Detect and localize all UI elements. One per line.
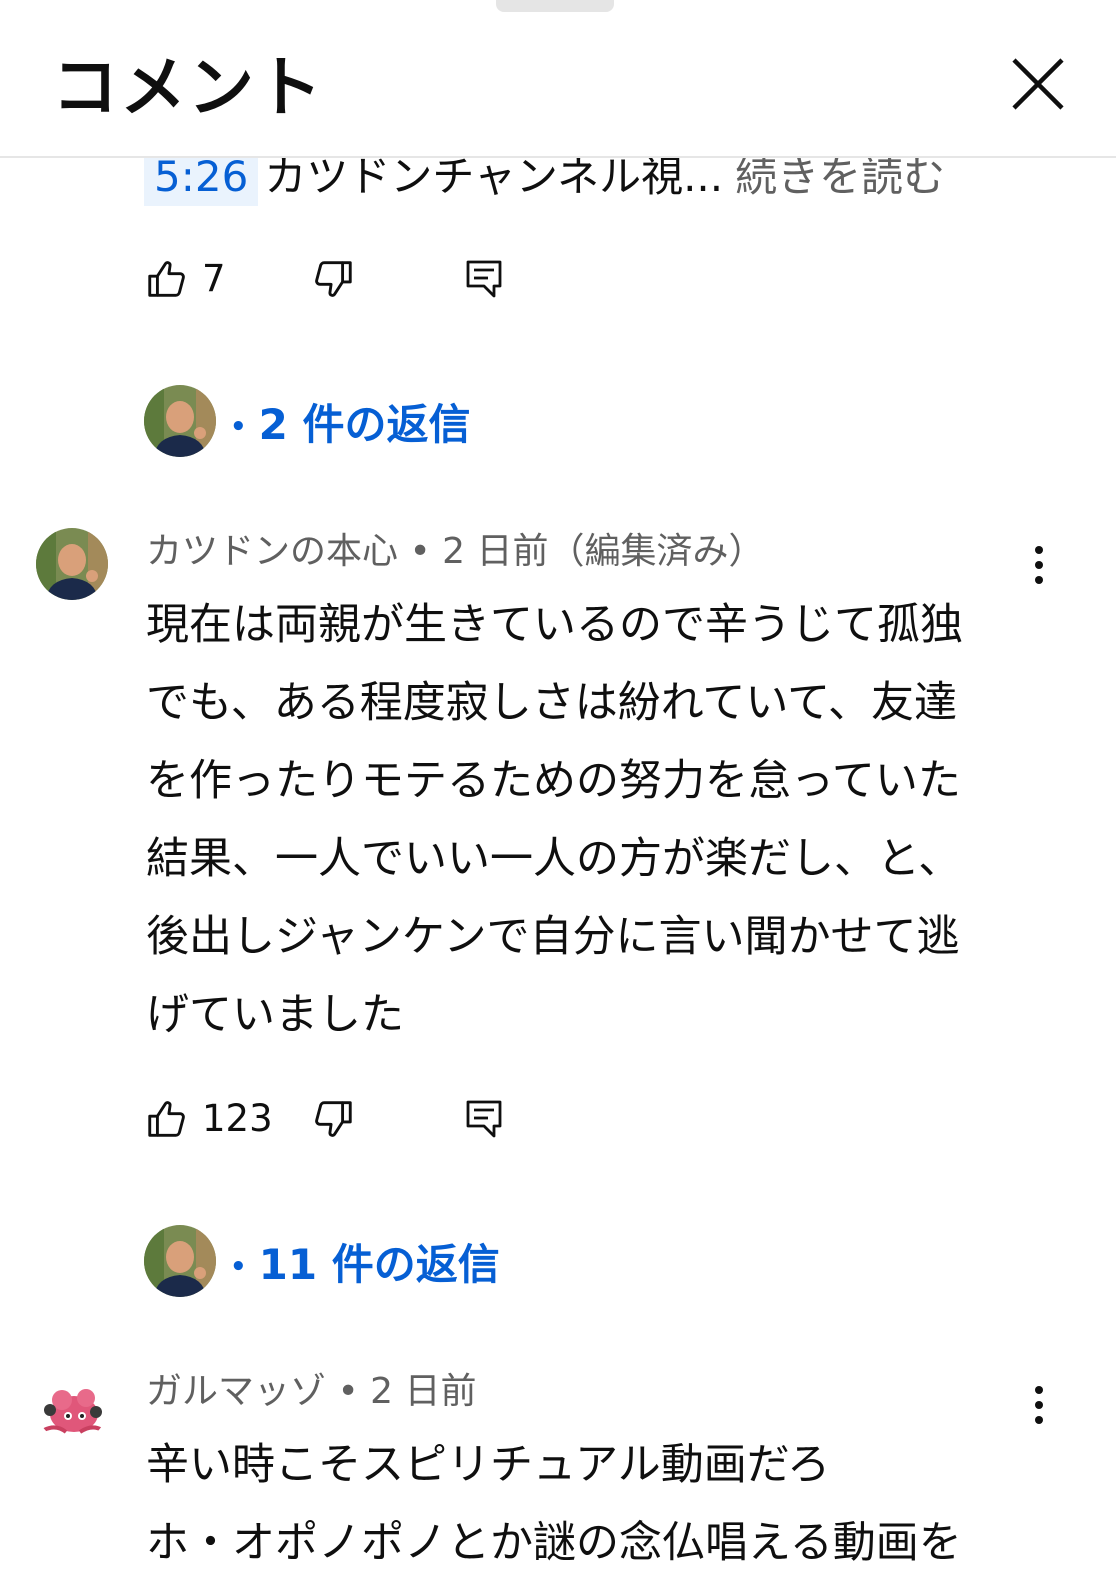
comment-text: 現在は両親が生きているので辛うじて孤独 でも、ある程度寂しさは紛れていて、友達 … (146, 600, 963, 1040)
avatar (144, 385, 216, 457)
more-vert-icon (1035, 546, 1043, 584)
snippet-text: カツドンチャンネル視... (264, 152, 724, 201)
view-replies-button[interactable]: • 2 件の返信 (144, 384, 470, 458)
edited-label: （編集済み） (548, 531, 765, 572)
thumbs-down-icon (315, 261, 352, 297)
thumbs-up-icon (148, 1101, 185, 1137)
page-title: コメント (52, 49, 324, 126)
comment-author[interactable]: ガルマッゾ (146, 1371, 326, 1412)
view-replies-button[interactable]: • 11 件の返信 (144, 1224, 500, 1298)
comment-menu-button[interactable] (1022, 1382, 1056, 1430)
comment-time: 2 日前 (442, 531, 549, 572)
comment-meta: ガルマッゾ • 2 日前 (146, 1368, 477, 1416)
drag-handle[interactable] (496, 0, 614, 12)
reply-button[interactable] (464, 1094, 504, 1144)
like-count: 7 (202, 257, 226, 300)
thumbs-down-icon (315, 1101, 352, 1137)
comment-menu-button[interactable] (1022, 542, 1056, 590)
comment-text: 辛い時こそスピリチュアル動画だろ ホ・オポノポノとか謎の念仏唱える動画を (146, 1440, 962, 1568)
replies-count: • 11 件の返信 (230, 1239, 500, 1289)
comments-list: 5:26 カツドンチャンネル視... 続きを読む 7 • 2 件の返信 カツドン… (0, 0, 1116, 1576)
more-vert-icon (1035, 1386, 1043, 1424)
comment-time: 2 日前 (370, 1371, 477, 1412)
comments-header: コメント (0, 0, 1116, 158)
avatar[interactable] (36, 1370, 108, 1442)
comment-author[interactable]: カツドンの本心 (146, 531, 398, 572)
avatar (144, 1225, 216, 1297)
separator-dot: • (409, 531, 431, 572)
comment-actions: 123 (144, 1094, 544, 1144)
avatar[interactable] (36, 528, 108, 600)
like-button[interactable]: 123 (144, 1094, 273, 1144)
comment-actions: 7 (144, 254, 544, 304)
like-button[interactable]: 7 (144, 254, 226, 304)
close-icon (1012, 58, 1064, 110)
separator-dot: • (337, 1371, 359, 1412)
dislike-button[interactable] (310, 254, 356, 304)
close-button[interactable] (1006, 52, 1070, 116)
comment-meta: カツドンの本心 • 2 日前（編集済み） (146, 528, 765, 576)
like-count: 123 (202, 1097, 273, 1140)
dislike-button[interactable] (310, 1094, 356, 1144)
read-more-link[interactable]: 続きを読む (735, 152, 945, 201)
reply-button[interactable] (464, 254, 504, 304)
reply-icon (466, 1100, 502, 1138)
thumbs-up-icon (148, 261, 185, 297)
reply-icon (466, 260, 502, 298)
replies-count: • 2 件の返信 (230, 399, 471, 449)
